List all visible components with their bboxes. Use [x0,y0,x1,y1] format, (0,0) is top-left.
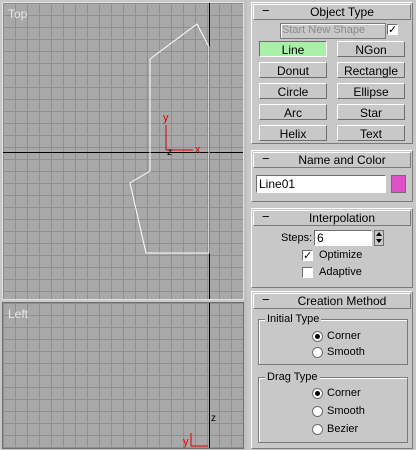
line-shape [129,23,210,254]
creation-method-header[interactable]: − Creation Method [253,292,411,309]
interpolation-title: Interpolation [308,211,376,225]
svg-text:y: y [183,436,189,448]
initial-type-title: Initial Type [265,313,322,325]
top-viewport[interactable]: Top y x z [2,2,244,300]
collapse-icon: − [262,292,270,307]
steps-spinner[interactable] [374,230,384,246]
steps-label: Steps: [281,232,313,244]
drag-smooth-radio[interactable] [312,406,323,417]
donut-button[interactable]: Donut [259,62,327,78]
helix-button[interactable]: Helix [259,125,327,141]
axis-gizmo-z-label: z [167,147,172,158]
creation-method-title: Creation Method [297,294,387,308]
object-color-swatch[interactable] [391,175,406,193]
name-and-color-title: Name and Color [298,153,386,167]
axis-gizmo-x-label: x [195,144,201,156]
axis-gizmo-y-label: y [163,112,169,124]
initial-corner-radio[interactable] [312,331,323,342]
initial-smooth-radio[interactable] [312,347,323,358]
ngon-button[interactable]: NGon [337,41,405,57]
drag-smooth-label: Smooth [327,405,365,417]
line-button[interactable]: Line [259,41,327,57]
start-new-shape-label: Start New Shape [282,24,366,36]
optimize-label: Optimize [319,249,363,261]
optimize-checkbox[interactable]: ✓ [302,250,313,262]
svg-text:z: z [211,413,216,424]
adaptive-label: Adaptive [319,266,362,278]
start-new-shape-group: Start New Shape [280,23,386,39]
top-viewport-drawing: y x z [129,23,210,254]
object-type-header[interactable]: − Object Type [253,3,411,20]
drag-corner-label: Corner [327,387,361,399]
interpolation-rollout: − Interpolation Steps: 6 ✓ Optimize Adap… [251,208,413,288]
drag-bezier-label: Bezier [327,423,359,435]
creation-method-rollout: − Creation Method Initial Type Corner Sm… [251,291,413,449]
collapse-icon: − [262,209,270,224]
drag-type-group: Drag Type Corner Smooth Bezier [258,371,408,443]
text-button[interactable]: Text [337,125,405,141]
ellipse-button[interactable]: Ellipse [337,83,405,99]
start-new-shape-checkbox[interactable]: ✓ [387,24,398,36]
circle-button[interactable]: Circle [259,83,327,99]
initial-type-group: Initial Type Corner Smooth [258,313,408,365]
initial-smooth-label: Smooth [327,346,365,358]
drag-bezier-radio[interactable] [312,424,323,435]
initial-corner-label: Corner [327,330,361,342]
drag-corner-radio[interactable] [312,388,323,399]
interpolation-header[interactable]: − Interpolation [253,209,411,226]
arc-button[interactable]: Arc [259,104,327,120]
drag-type-title: Drag Type [265,371,320,383]
name-and-color-header[interactable]: − Name and Color [253,151,411,168]
left-viewport[interactable]: Left y z [2,302,244,449]
name-and-color-rollout: − Name and Color Line01 [251,150,413,202]
collapse-icon: − [262,3,270,18]
spinner-up-icon[interactable] [376,232,382,236]
star-button[interactable]: Star [337,104,405,120]
steps-input[interactable]: 6 [314,230,372,246]
spinner-down-icon[interactable] [376,239,382,243]
rectangle-button[interactable]: Rectangle [337,62,405,78]
command-panel: − Object Type Start New Shape ✓ Line NGo… [247,0,416,450]
adaptive-checkbox[interactable] [302,267,313,278]
left-viewport-gizmo: y z [183,413,216,448]
object-type-title: Object Type [310,5,374,19]
object-name-input[interactable]: Line01 [256,175,386,193]
object-type-rollout: − Object Type Start New Shape ✓ Line NGo… [251,2,413,144]
collapse-icon: − [262,151,270,166]
